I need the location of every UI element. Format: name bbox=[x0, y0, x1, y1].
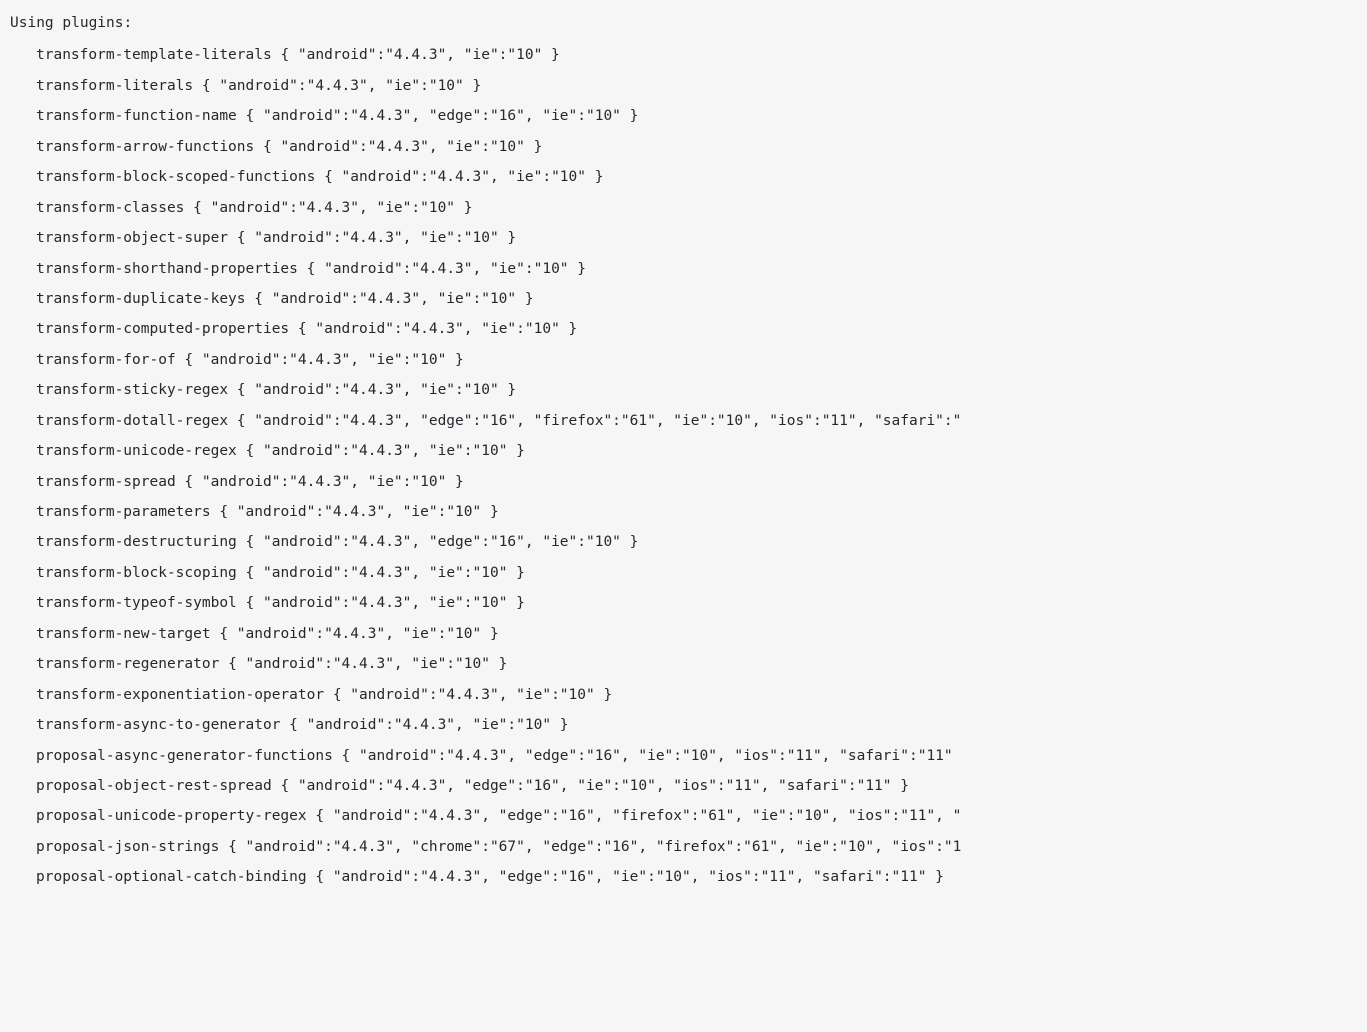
plugin-targets: { "android":"4.4.3", "edge":"16", "ie":"… bbox=[280, 778, 909, 794]
plugin-name: proposal-async-generator-functions bbox=[36, 748, 333, 764]
plugin-name: transform-exponentiation-operator bbox=[36, 687, 324, 703]
plugin-name: transform-duplicate-keys bbox=[36, 291, 246, 307]
plugin-name: transform-template-literals bbox=[36, 47, 272, 63]
plugin-line: transform-arrow-functions { "android":"4… bbox=[10, 132, 1357, 162]
plugin-name: transform-object-super bbox=[36, 230, 228, 246]
plugin-name: transform-unicode-regex bbox=[36, 443, 237, 459]
plugin-targets: { "android":"4.4.3", "ie":"10" } bbox=[263, 139, 542, 155]
plugin-name: proposal-object-rest-spread bbox=[36, 778, 272, 794]
plugin-line: transform-exponentiation-operator { "and… bbox=[10, 680, 1357, 710]
plugin-line: transform-regenerator { "android":"4.4.3… bbox=[10, 649, 1357, 679]
plugin-name: transform-shorthand-properties bbox=[36, 261, 298, 277]
plugin-name: transform-function-name bbox=[36, 108, 237, 124]
plugin-targets: { "android":"4.4.3", "edge":"16", "firef… bbox=[237, 413, 962, 429]
plugin-name: proposal-json-strings bbox=[36, 839, 219, 855]
plugin-targets: { "android":"4.4.3", "ie":"10" } bbox=[324, 169, 603, 185]
plugin-line: proposal-object-rest-spread { "android":… bbox=[10, 771, 1357, 801]
plugin-line: transform-literals { "android":"4.4.3", … bbox=[10, 71, 1357, 101]
plugin-line: transform-spread { "android":"4.4.3", "i… bbox=[10, 467, 1357, 497]
plugins-header: Using plugins: bbox=[10, 8, 1357, 38]
plugin-line: transform-destructuring { "android":"4.4… bbox=[10, 527, 1357, 557]
plugin-targets: { "android":"4.4.3", "ie":"10" } bbox=[219, 626, 498, 642]
plugin-name: transform-sticky-regex bbox=[36, 382, 228, 398]
plugin-name: transform-parameters bbox=[36, 504, 211, 520]
plugin-name: transform-destructuring bbox=[36, 534, 237, 550]
plugin-name: transform-async-to-generator bbox=[36, 717, 280, 733]
plugin-targets: { "android":"4.4.3", "ie":"10" } bbox=[254, 291, 533, 307]
plugin-name: proposal-optional-catch-binding bbox=[36, 869, 307, 885]
plugin-targets: { "android":"4.4.3", "ie":"10" } bbox=[246, 595, 525, 611]
plugin-line: transform-object-super { "android":"4.4.… bbox=[10, 223, 1357, 253]
plugin-targets: { "android":"4.4.3", "ie":"10" } bbox=[228, 656, 507, 672]
plugins-list: transform-template-literals { "android":… bbox=[10, 40, 1357, 892]
plugin-targets: { "android":"4.4.3", "edge":"16", "firef… bbox=[315, 808, 961, 824]
plugin-line: transform-parameters { "android":"4.4.3"… bbox=[10, 497, 1357, 527]
plugin-targets: { "android":"4.4.3", "ie":"10" } bbox=[307, 261, 586, 277]
plugin-line: transform-template-literals { "android":… bbox=[10, 40, 1357, 70]
plugin-line: transform-dotall-regex { "android":"4.4.… bbox=[10, 406, 1357, 436]
plugin-line: transform-block-scoped-functions { "andr… bbox=[10, 162, 1357, 192]
plugin-name: transform-classes bbox=[36, 200, 184, 216]
plugin-line: transform-for-of { "android":"4.4.3", "i… bbox=[10, 345, 1357, 375]
plugin-name: transform-for-of bbox=[36, 352, 176, 368]
plugin-line: transform-function-name { "android":"4.4… bbox=[10, 101, 1357, 131]
plugin-line: transform-new-target { "android":"4.4.3"… bbox=[10, 619, 1357, 649]
plugin-line: transform-sticky-regex { "android":"4.4.… bbox=[10, 375, 1357, 405]
plugin-line: proposal-optional-catch-binding { "andro… bbox=[10, 862, 1357, 892]
plugin-name: transform-spread bbox=[36, 474, 176, 490]
code-output: Using plugins: transform-template-litera… bbox=[10, 8, 1357, 893]
plugin-name: transform-literals bbox=[36, 78, 193, 94]
plugin-targets: { "android":"4.4.3", "ie":"10" } bbox=[298, 321, 577, 337]
plugin-line: transform-computed-properties { "android… bbox=[10, 314, 1357, 344]
plugin-targets: { "android":"4.4.3", "ie":"10" } bbox=[237, 382, 516, 398]
plugin-targets: { "android":"4.4.3", "ie":"10" } bbox=[237, 230, 516, 246]
plugin-targets: { "android":"4.4.3", "ie":"10" } bbox=[184, 352, 463, 368]
plugin-name: transform-block-scoped-functions bbox=[36, 169, 315, 185]
plugin-targets: { "android":"4.4.3", "ie":"10" } bbox=[219, 504, 498, 520]
plugin-targets: { "android":"4.4.3", "ie":"10" } bbox=[193, 200, 472, 216]
plugin-line: transform-shorthand-properties { "androi… bbox=[10, 254, 1357, 284]
plugin-targets: { "android":"4.4.3", "ie":"10" } bbox=[246, 443, 525, 459]
plugin-line: proposal-json-strings { "android":"4.4.3… bbox=[10, 832, 1357, 862]
plugin-name: transform-new-target bbox=[36, 626, 211, 642]
plugin-name: transform-computed-properties bbox=[36, 321, 289, 337]
plugin-targets: { "android":"4.4.3", "ie":"10" } bbox=[280, 47, 559, 63]
plugin-targets: { "android":"4.4.3", "chrome":"67", "edg… bbox=[228, 839, 961, 855]
plugin-name: proposal-unicode-property-regex bbox=[36, 808, 307, 824]
plugin-line: proposal-unicode-property-regex { "andro… bbox=[10, 801, 1357, 831]
plugin-name: transform-dotall-regex bbox=[36, 413, 228, 429]
plugin-targets: { "android":"4.4.3", "ie":"10" } bbox=[184, 474, 463, 490]
plugin-line: transform-async-to-generator { "android"… bbox=[10, 710, 1357, 740]
plugin-line: transform-typeof-symbol { "android":"4.4… bbox=[10, 588, 1357, 618]
plugin-targets: { "android":"4.4.3", "edge":"16", "ie":"… bbox=[246, 534, 639, 550]
plugin-name: transform-regenerator bbox=[36, 656, 219, 672]
plugin-targets: { "android":"4.4.3", "edge":"16", "ie":"… bbox=[246, 108, 639, 124]
plugin-targets: { "android":"4.4.3", "edge":"16", "ie":"… bbox=[342, 748, 953, 764]
plugin-targets: { "android":"4.4.3", "ie":"10" } bbox=[202, 78, 481, 94]
plugin-targets: { "android":"4.4.3", "ie":"10" } bbox=[333, 687, 612, 703]
plugin-name: transform-typeof-symbol bbox=[36, 595, 237, 611]
plugin-line: proposal-async-generator-functions { "an… bbox=[10, 741, 1357, 771]
plugin-targets: { "android":"4.4.3", "ie":"10" } bbox=[289, 717, 568, 733]
plugin-line: transform-duplicate-keys { "android":"4.… bbox=[10, 284, 1357, 314]
plugin-line: transform-block-scoping { "android":"4.4… bbox=[10, 558, 1357, 588]
plugin-name: transform-arrow-functions bbox=[36, 139, 254, 155]
plugin-line: transform-unicode-regex { "android":"4.4… bbox=[10, 436, 1357, 466]
plugin-line: transform-classes { "android":"4.4.3", "… bbox=[10, 193, 1357, 223]
plugin-targets: { "android":"4.4.3", "ie":"10" } bbox=[246, 565, 525, 581]
plugin-name: transform-block-scoping bbox=[36, 565, 237, 581]
plugin-targets: { "android":"4.4.3", "edge":"16", "ie":"… bbox=[315, 869, 944, 885]
